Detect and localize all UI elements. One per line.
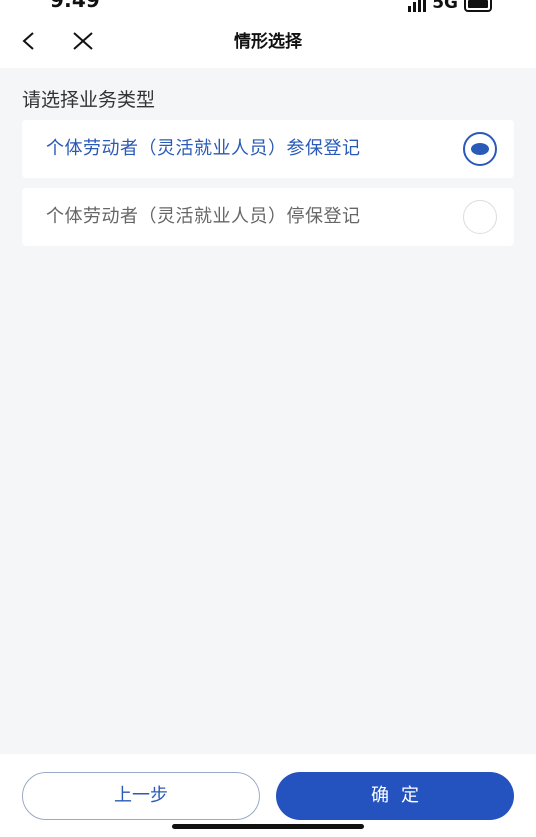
- battery-icon: [464, 0, 492, 12]
- footer-actions: 上一步 确定: [0, 754, 536, 837]
- status-indicators: 5G: [408, 0, 492, 12]
- nav-bar: 情形选择: [0, 16, 536, 68]
- option-label: 个体劳动者（灵活就业人员）停保登记: [46, 206, 361, 227]
- option-enroll-registration[interactable]: 个体劳动者（灵活就业人员）参保登记: [22, 120, 514, 178]
- previous-step-button[interactable]: 上一步: [22, 772, 260, 820]
- section-title: 请选择业务类型: [22, 89, 156, 111]
- radio-unselected-icon[interactable]: [463, 200, 497, 234]
- status-time: 9:49: [50, 0, 100, 12]
- signal-icon: [408, 0, 427, 12]
- page-title: 情形选择: [234, 32, 302, 52]
- confirm-button[interactable]: 确定: [276, 772, 514, 820]
- radio-selected-icon[interactable]: [463, 132, 497, 166]
- home-indicator[interactable]: [172, 824, 364, 829]
- option-suspend-registration[interactable]: 个体劳动者（灵活就业人员）停保登记: [22, 188, 514, 246]
- status-bar: 9:49 5G: [0, 0, 536, 16]
- network-label: 5G: [432, 0, 458, 13]
- option-label: 个体劳动者（灵活就业人员）参保登记: [46, 138, 361, 159]
